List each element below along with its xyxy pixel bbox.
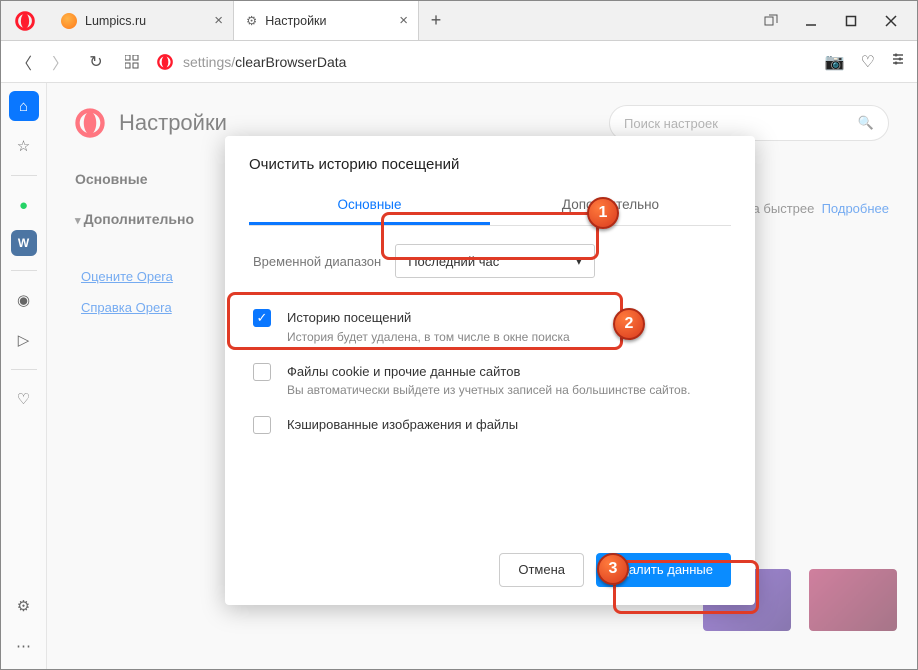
minimize-button[interactable] <box>793 7 829 35</box>
dialog-title: Очистить историю посещений <box>249 156 731 173</box>
url-field[interactable]: settings/clearBrowserData <box>157 54 811 70</box>
back-button[interactable]: 〈 <box>13 50 35 74</box>
option-cookies[interactable]: Файлы cookie и прочие данные сайтов Вы а… <box>249 354 731 408</box>
new-tab-button[interactable]: + <box>419 1 453 40</box>
url-path: clearBrowserData <box>235 54 346 70</box>
dialog-tabs: Основные Дополнительно <box>249 187 731 226</box>
sidebar-separator <box>11 175 37 176</box>
address-bar: 〈 〉 ↻ settings/clearBrowserData 📷 ♡ <box>1 41 917 83</box>
dialog-buttons: Отмена Удалить данные <box>249 553 731 587</box>
sidebar-whatsapp-icon[interactable]: ● <box>9 190 39 220</box>
maximize-button[interactable] <box>833 7 869 35</box>
time-range-label: Временной диапазон <box>253 254 381 269</box>
reload-button[interactable]: ↻ <box>85 52 107 72</box>
clear-data-dialog: Очистить историю посещений Основные Допо… <box>225 136 755 605</box>
tab-lumpics[interactable]: Lumpics.ru × <box>49 1 234 40</box>
annotation-callout-1: 1 <box>587 197 619 229</box>
annotation-callout-3: 3 <box>597 553 629 585</box>
option-subtitle: Вы автоматически выйдете из учетных запи… <box>287 381 690 399</box>
opera-url-icon <box>157 54 173 70</box>
sidebar-settings-icon[interactable]: ⚙ <box>9 591 39 621</box>
sidebar-history-icon[interactable]: ♡ <box>9 384 39 414</box>
close-window-button[interactable] <box>873 7 909 35</box>
option-title: Кэшированные изображения и файлы <box>287 415 518 435</box>
sidebar-player-icon[interactable]: ◉ <box>9 285 39 315</box>
new-window-icon[interactable] <box>753 7 789 35</box>
easy-setup-icon[interactable] <box>891 52 905 72</box>
tab-title: Lumpics.ru <box>85 14 146 28</box>
tab-settings[interactable]: ⚙ Настройки × <box>234 1 419 40</box>
option-title: Файлы cookie и прочие данные сайтов <box>287 362 690 382</box>
option-browsing-history[interactable]: ✓ Историю посещений История будет удален… <box>249 300 731 354</box>
opera-menu-button[interactable] <box>1 1 49 41</box>
checkbox-unchecked-icon[interactable] <box>253 363 271 381</box>
option-cache[interactable]: Кэшированные изображения и файлы <box>249 407 731 443</box>
speed-dial-button[interactable] <box>121 55 143 69</box>
favicon-lumpics-icon <box>61 13 77 29</box>
window-controls <box>753 7 917 35</box>
forward-button[interactable]: 〉 <box>49 50 71 74</box>
time-range-value: Последний час <box>408 254 499 269</box>
checkbox-checked-icon[interactable]: ✓ <box>253 309 271 327</box>
tab-strip: Lumpics.ru × ⚙ Настройки × + <box>49 1 453 40</box>
cancel-button[interactable]: Отмена <box>499 553 584 587</box>
snapshot-icon[interactable]: 📷 <box>825 52 845 72</box>
annotation-callout-2: 2 <box>613 308 645 340</box>
sidebar-home-icon[interactable]: ⌂ <box>9 91 39 121</box>
sidebar-separator <box>11 369 37 370</box>
close-tab-icon[interactable]: × <box>399 12 408 29</box>
chevron-down-icon: ▾ <box>576 253 583 269</box>
option-title: Историю посещений <box>287 308 570 328</box>
time-range-select[interactable]: Последний час ▾ <box>395 244 595 278</box>
favicon-gear-icon: ⚙ <box>246 13 257 28</box>
sidebar: ⌂ ☆ ● W ◉ ▷ ♡ ⚙ ⋯ <box>1 83 47 670</box>
close-tab-icon[interactable]: × <box>214 12 223 29</box>
sidebar-flow-icon[interactable]: ▷ <box>9 325 39 355</box>
browser-window: Lumpics.ru × ⚙ Настройки × + 〈 〉 ↻ setti… <box>0 0 918 670</box>
tab-title: Настройки <box>265 14 326 28</box>
time-range-row: Временной диапазон Последний час ▾ <box>249 244 731 278</box>
sidebar-vk-icon[interactable]: W <box>11 230 37 256</box>
url-prefix: settings/ <box>183 54 235 70</box>
dialog-tab-basic[interactable]: Основные <box>249 187 490 225</box>
title-bar: Lumpics.ru × ⚙ Настройки × + <box>1 1 917 41</box>
bookmark-icon[interactable]: ♡ <box>861 52 875 72</box>
sidebar-bookmarks-icon[interactable]: ☆ <box>9 131 39 161</box>
checkbox-unchecked-icon[interactable] <box>253 416 271 434</box>
sidebar-separator <box>11 270 37 271</box>
sidebar-more-icon[interactable]: ⋯ <box>9 631 39 661</box>
option-subtitle: История будет удалена, в том числе в окн… <box>287 328 570 346</box>
opera-logo-icon <box>15 11 35 31</box>
